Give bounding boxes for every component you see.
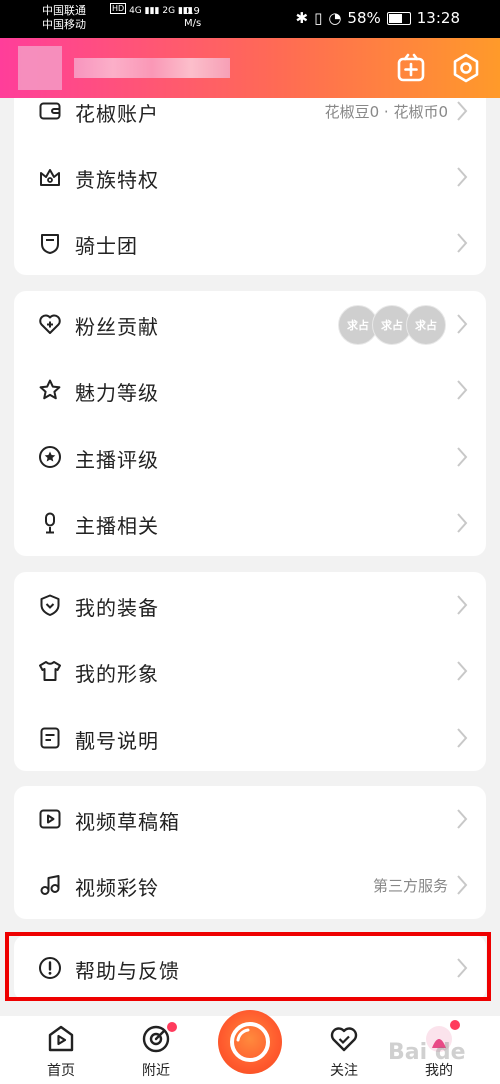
menu-row-fans[interactable]: 粉丝贡献 求占 求占 求占 [14, 291, 486, 357]
menu-label: 视频彩铃 [75, 876, 159, 900]
tab-nearby[interactable]: 附近 [126, 1016, 186, 1084]
menu-row-charm[interactable]: 魅力等级 [14, 357, 486, 423]
username-blurred [74, 58, 230, 78]
menu-label: 魅力等级 [75, 381, 159, 405]
camera-lens-icon [230, 1022, 270, 1062]
signal-icon-1: ▮▮▮ [144, 6, 160, 16]
menu-label: 靓号说明 [75, 729, 159, 753]
speedometer-icon: ◔ [328, 9, 342, 27]
tab-label: 关注 [330, 1063, 358, 1079]
fan-badge: 求占 [406, 305, 446, 345]
net-type-1: 4G [129, 6, 142, 16]
menu-row-image[interactable]: 我的形象 [14, 638, 486, 704]
wallet-icon [39, 102, 61, 120]
menu-row-video-ringtone[interactable]: 视频彩铃 第三方服务 [14, 852, 486, 918]
chevron-right-icon [457, 728, 468, 748]
net-type-2: 2G [162, 6, 176, 16]
menu-row-account[interactable]: 花椒账户 花椒豆0 · 花椒币0 [14, 78, 486, 144]
heart-check-icon [330, 1027, 358, 1052]
anchor-card: 粉丝贡献 求占 求占 求占 魅力等级 主播评级 主播相关 [14, 291, 486, 556]
menu-value: 第三方服务 [372, 877, 448, 895]
chevron-right-icon [457, 447, 468, 467]
menu-row-video-drafts[interactable]: 视频草稿箱 [14, 786, 486, 852]
chevron-right-icon [457, 380, 468, 400]
carrier-info: 中国联通 中国移动 [42, 4, 86, 32]
battery-percent: 58% [347, 9, 381, 27]
vibrate-icon: ▯ [314, 9, 323, 27]
tab-follow[interactable]: 关注 [314, 1016, 374, 1084]
video-card: 视频草稿箱 视频彩铃 第三方服务 [14, 786, 486, 919]
menu-label: 主播评级 [75, 448, 159, 472]
watermark: Bai de [388, 1040, 466, 1065]
fan-badges: 求占 求占 求占 [338, 305, 446, 345]
crown-icon [40, 169, 60, 186]
menu-label: 粉丝贡献 [75, 315, 159, 339]
menu-label: 视频草稿箱 [75, 810, 180, 834]
chevron-right-icon [457, 167, 468, 187]
chevron-right-icon [457, 101, 468, 121]
speed-unit: M/s [184, 18, 202, 29]
speed-value: 0.9 [184, 6, 200, 17]
menu-label: 主播相关 [75, 514, 159, 538]
chevron-right-icon [457, 809, 468, 829]
music-note-icon [40, 875, 60, 895]
hd-label: HD [110, 3, 127, 14]
chevron-right-icon [457, 233, 468, 253]
shield-check-icon [40, 594, 60, 616]
chevron-right-icon [457, 595, 468, 615]
chevron-right-icon [457, 314, 468, 334]
notification-dot [450, 1020, 460, 1030]
star-circle-icon [39, 446, 61, 468]
menu-row-pretty-number[interactable]: 靓号说明 [14, 705, 486, 771]
chevron-right-icon [457, 875, 468, 895]
tab-label: 附近 [142, 1063, 170, 1079]
network-speed: 0.9 M/s [184, 6, 201, 30]
chevron-right-icon [457, 513, 468, 533]
menu-value: 花椒豆0 · 花椒币0 [324, 103, 448, 121]
clock: 13:28 [416, 9, 460, 27]
carrier-2: 中国移动 [42, 18, 86, 31]
menu-label: 贵族特权 [75, 168, 159, 192]
menu-row-equipment[interactable]: 我的装备 [14, 572, 486, 638]
document-icon [40, 727, 60, 749]
menu-label: 我的形象 [75, 662, 159, 686]
live-camera-button[interactable] [218, 1010, 282, 1074]
equipment-card: 我的装备 我的形象 靓号说明 [14, 572, 486, 771]
menu-row-anchor-rating[interactable]: 主播评级 [14, 424, 486, 490]
network-indicators: HD 4G ▮▮▮ 2G ▮▮▮ [110, 3, 193, 16]
tshirt-icon [39, 661, 61, 681]
menu-row-anchor-related[interactable]: 主播相关 [14, 490, 486, 556]
status-right: ✱ ▯ ◔ 58% 13:28 [295, 9, 460, 27]
microphone-icon [45, 512, 55, 534]
tab-home[interactable]: 首页 [31, 1016, 91, 1084]
menu-label: 我的装备 [75, 596, 159, 620]
heart-plus-icon [39, 314, 61, 334]
bluetooth-icon: ✱ [295, 9, 309, 27]
battery-icon [386, 11, 411, 25]
status-bar: 中国联通 中国移动 HD 4G ▮▮▮ 2G ▮▮▮ 0.9 M/s ✱ ▯ ◔… [0, 0, 500, 38]
menu-label: 骑士团 [75, 234, 138, 258]
menu-label: 花椒账户 [75, 102, 159, 126]
home-play-icon [48, 1025, 74, 1052]
shield-badge-icon [41, 234, 59, 254]
chevron-right-icon [457, 661, 468, 681]
star-icon [39, 379, 61, 400]
video-draft-icon [39, 809, 61, 829]
tab-label: 首页 [47, 1063, 75, 1079]
carrier-1: 中国联通 [42, 4, 86, 17]
highlight-box [5, 932, 491, 1001]
account-card: 花椒账户 花椒豆0 · 花椒币0 贵族特权 骑士团 [14, 98, 486, 275]
menu-row-noble[interactable]: 贵族特权 [14, 144, 486, 210]
notification-dot [167, 1022, 177, 1032]
menu-row-knights[interactable]: 骑士团 [14, 210, 486, 276]
